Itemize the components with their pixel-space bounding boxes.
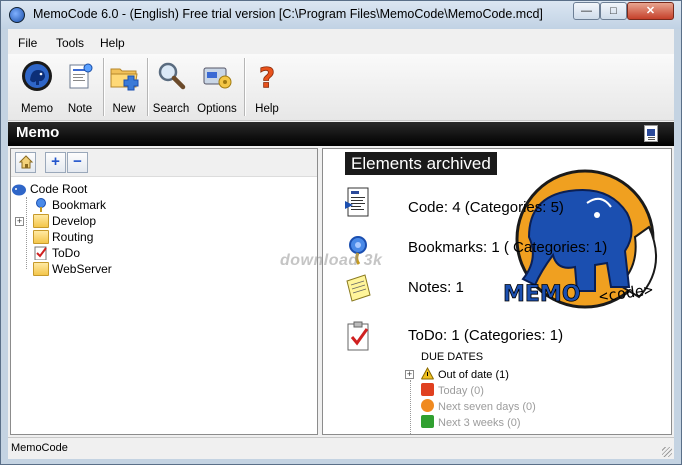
app-icon[interactable] xyxy=(9,7,25,23)
orange-circle-icon xyxy=(421,399,434,412)
tree-node-label: ToDo xyxy=(52,246,81,260)
svg-text:?: ? xyxy=(259,61,275,92)
home-icon xyxy=(18,155,33,169)
note-button[interactable]: Note xyxy=(60,58,100,118)
app-window: MemoCode 6.0 - (English) Free trial vers… xyxy=(0,0,682,465)
toolbar-separator xyxy=(244,58,245,116)
toolbar-separator xyxy=(147,58,148,116)
memo-button[interactable]: Memo xyxy=(14,58,60,118)
sticky-note-icon xyxy=(346,274,371,302)
menu-file[interactable]: File xyxy=(18,36,37,50)
tree-node-label: Develop xyxy=(52,214,97,228)
expand-toggle[interactable]: + xyxy=(15,217,24,226)
todo-check-icon xyxy=(34,246,47,260)
folder-icon xyxy=(33,230,49,244)
remove-button[interactable]: − xyxy=(67,152,88,173)
todo-clipboard-icon xyxy=(347,321,369,351)
elephant-root-icon xyxy=(12,184,26,196)
close-button[interactable]: ✕ xyxy=(627,2,674,20)
logo-word: MEMO xyxy=(503,282,581,307)
folder-icon xyxy=(33,262,49,276)
menu-bar: File Tools Help xyxy=(8,29,674,54)
add-button[interactable]: + xyxy=(45,152,66,173)
options-icon xyxy=(203,67,232,89)
due-out-of-date[interactable]: Out of date (1) xyxy=(421,367,509,381)
status-bar: MemoCode xyxy=(8,437,674,459)
menu-help[interactable]: Help xyxy=(100,36,125,50)
main-toolbar: Memo Note New Search Options ? Help xyxy=(8,54,674,121)
memo-elephant-icon xyxy=(22,61,52,91)
elements-archived-title: Elements archived xyxy=(345,152,497,175)
options-label: Options xyxy=(197,103,237,115)
options-button[interactable]: Options xyxy=(196,58,238,118)
code-document-icon xyxy=(345,187,369,217)
tree-node-webserver[interactable]: WebServer xyxy=(33,261,112,277)
green-check-icon xyxy=(421,415,434,428)
resize-grip[interactable] xyxy=(662,447,672,457)
minimize-button[interactable]: — xyxy=(573,2,600,20)
memo-header-title: Memo xyxy=(16,124,60,141)
tree-node-label: Routing xyxy=(52,230,94,244)
search-button[interactable]: Search xyxy=(150,58,192,118)
due-label: Today (0) xyxy=(438,385,484,397)
help-label: Help xyxy=(255,103,279,115)
tree-node-label: Bookmark xyxy=(52,198,107,212)
tree-node-develop[interactable]: Develop xyxy=(33,213,96,229)
home-button[interactable] xyxy=(15,152,36,173)
bookmark-pin-icon xyxy=(36,198,46,212)
summary-panel: Elements archived MEMO <code> Code: 4 (C… xyxy=(322,148,672,435)
new-button[interactable]: New xyxy=(104,58,144,118)
help-icon: ? xyxy=(258,61,275,92)
due-today[interactable]: Today (0) xyxy=(421,383,484,397)
tree-toolbar: + − xyxy=(11,149,317,177)
tree-node-label: WebServer xyxy=(52,262,112,276)
magnifier-icon xyxy=(158,62,186,90)
status-text: MemoCode xyxy=(11,442,68,454)
tree-node-root[interactable]: Code Root xyxy=(11,181,87,197)
bookmarks-count: Bookmarks: 1 ( Categories: 1) xyxy=(408,239,608,256)
tree-node-bookmark[interactable]: Bookmark xyxy=(33,197,106,213)
maximize-button[interactable]: □ xyxy=(600,2,627,20)
document-icon[interactable] xyxy=(644,125,658,142)
up-arrow-red-icon xyxy=(421,383,434,396)
tree-node-todo[interactable]: ToDo xyxy=(33,245,80,261)
expand-toggle[interactable]: + xyxy=(405,370,414,379)
menu-tools[interactable]: Tools xyxy=(56,36,84,50)
new-label: New xyxy=(112,103,136,115)
search-label: Search xyxy=(152,103,190,115)
title-bar[interactable]: MemoCode 6.0 - (English) Free trial vers… xyxy=(1,1,681,29)
note-icon xyxy=(69,63,93,89)
code-count: Code: 4 (Categories: 5) xyxy=(408,199,564,216)
tree-panel: + − Code Root Bookmark + Develop Routing… xyxy=(10,148,318,435)
tree-line xyxy=(410,380,411,434)
due-next-3-weeks[interactable]: Next 3 weeks (0) xyxy=(421,415,521,429)
notes-count: Notes: 1 xyxy=(408,279,464,296)
tree-node-label: Code Root xyxy=(30,182,88,196)
note-label: Note xyxy=(67,103,93,115)
due-dates-title: DUE DATES xyxy=(421,351,484,363)
due-label: Next 3 weeks (0) xyxy=(438,417,521,429)
tree-node-routing[interactable]: Routing xyxy=(33,229,93,245)
client-area: File Tools Help Memo Note New Search Opt… xyxy=(8,29,674,459)
new-folder-icon xyxy=(110,68,139,91)
memo-label: Memo xyxy=(21,103,53,115)
tree-line xyxy=(26,197,27,269)
due-next-seven-days[interactable]: Next seven days (0) xyxy=(421,399,536,413)
help-button[interactable]: ? Help xyxy=(249,58,285,118)
due-label: Out of date (1) xyxy=(438,369,509,381)
todo-count: ToDo: 1 (Categories: 1) xyxy=(408,327,564,344)
warning-icon xyxy=(421,367,434,380)
due-label: Next seven days (0) xyxy=(438,401,536,413)
watermark: download 3k xyxy=(280,252,383,269)
memo-header: Memo xyxy=(8,122,674,146)
window-title: MemoCode 6.0 - (English) Free trial vers… xyxy=(33,7,543,21)
folder-icon xyxy=(33,214,49,228)
